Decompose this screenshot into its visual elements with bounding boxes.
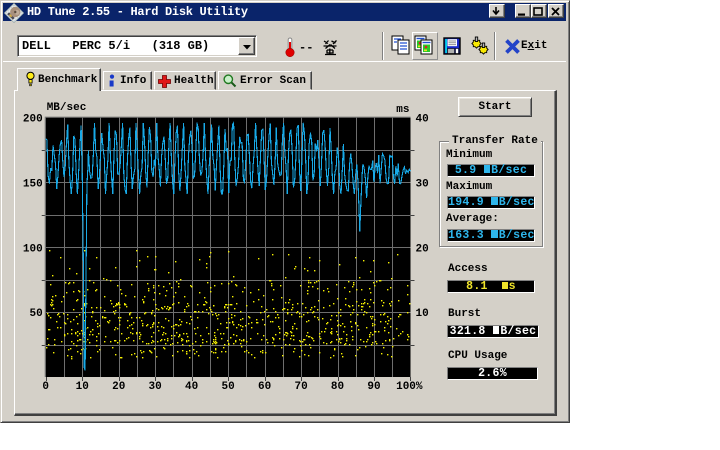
- svg-text:80: 80: [331, 381, 344, 393]
- svg-text:60: 60: [258, 381, 271, 393]
- svg-text:MB/sec: MB/sec: [47, 102, 87, 114]
- svg-text:20: 20: [416, 243, 429, 255]
- svg-text:0: 0: [42, 381, 49, 393]
- svg-text:10: 10: [416, 308, 429, 320]
- svg-text:150: 150: [23, 179, 43, 191]
- svg-text:100: 100: [23, 243, 43, 255]
- svg-text:200: 200: [23, 114, 43, 126]
- svg-text:40: 40: [416, 114, 429, 126]
- svg-text:40: 40: [185, 381, 198, 393]
- svg-text:50: 50: [29, 308, 42, 320]
- svg-text:70: 70: [294, 381, 307, 393]
- svg-text:30: 30: [148, 381, 161, 393]
- svg-text:100%: 100%: [396, 381, 423, 393]
- svg-text:30: 30: [416, 179, 429, 191]
- svg-text:20: 20: [112, 381, 125, 393]
- svg-text:90: 90: [367, 381, 380, 393]
- svg-text:10: 10: [76, 381, 89, 393]
- svg-text:ms: ms: [396, 104, 409, 116]
- svg-text:50: 50: [221, 381, 234, 393]
